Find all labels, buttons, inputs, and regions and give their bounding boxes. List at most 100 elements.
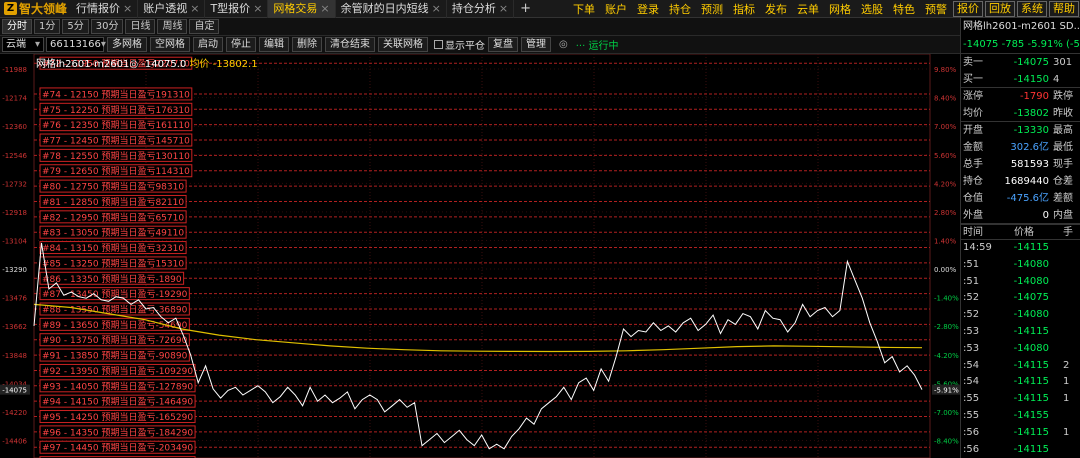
show-closed-checkbox[interactable]: [434, 40, 443, 49]
close-icon[interactable]: ×: [320, 2, 329, 15]
toolbar-button-1[interactable]: 空网格: [150, 37, 190, 52]
menu-item-6[interactable]: 发布: [760, 1, 792, 17]
ticks-header-time: 时间: [963, 227, 983, 238]
tick-time: :52: [963, 309, 980, 321]
period-button-5[interactable]: 周线: [157, 19, 188, 34]
menu-item-7[interactable]: 云单: [792, 1, 824, 17]
quote-row: 均价 -13802 昨收: [961, 105, 1080, 122]
period-button-3[interactable]: 30分: [90, 19, 124, 34]
menu-item-0[interactable]: 下单: [568, 1, 600, 17]
toolbar-button-7[interactable]: 关联网格: [378, 37, 428, 52]
tick-price: -14080: [1013, 342, 1049, 354]
menu-boxed-1[interactable]: 回放: [985, 1, 1015, 17]
grid-level-label[interactable]: #91 - 13850 预期当日盈亏-90890: [42, 350, 188, 362]
quote-title: 网格lh2601-m2601 SD...: [963, 21, 1080, 32]
tab-2[interactable]: T型报价 ×: [205, 0, 269, 18]
grid-level-label[interactable]: #86 - 13350 预期当日盈亏-1890: [42, 273, 182, 285]
quote-row-extra: 最低: [1053, 142, 1073, 153]
grid-level-label[interactable]: #96 - 14350 预期当日盈亏-184290: [42, 426, 193, 438]
grid-level-label[interactable]: #93 - 14050 预期当日盈亏-127890: [42, 380, 193, 392]
menu-boxed-0[interactable]: 报价: [953, 1, 983, 17]
grid-level-label[interactable]: #97 - 14450 预期当日盈亏-203490: [42, 442, 193, 454]
grid-level-label[interactable]: #82 - 12950 预期当日盈亏65710: [42, 211, 184, 223]
period-button-2[interactable]: 5分: [62, 19, 89, 34]
y-tick-label: -13476: [2, 295, 27, 303]
menu-item-4[interactable]: 预测: [696, 1, 728, 17]
menu-item-11[interactable]: 预警: [920, 1, 952, 17]
tick-row: :56 -14115 1: [961, 425, 1080, 442]
menu-item-3[interactable]: 持仓: [664, 1, 696, 17]
toolbar-button-2[interactable]: 启动: [193, 37, 223, 52]
tick-price: -14115: [1013, 426, 1049, 438]
close-icon[interactable]: ×: [123, 2, 132, 15]
settings-icon[interactable]: ◎: [559, 39, 568, 50]
tab-0[interactable]: 行情报价 ×: [71, 0, 139, 18]
pct-tick-label: 9.80%: [934, 66, 957, 74]
tab-1[interactable]: 账户透视 ×: [138, 0, 206, 18]
grid-level-label[interactable]: #77 - 12450 预期当日盈亏145710: [42, 135, 190, 147]
grid-level-label[interactable]: #87 - 13450 预期当日盈亏-19290: [42, 288, 188, 300]
menu-item-9[interactable]: 选股: [856, 1, 888, 17]
quote-row-extra: 昨收: [1053, 108, 1073, 119]
tab-4[interactable]: 余管财的日内短线 ×: [336, 0, 447, 18]
tick-price: -14115: [1013, 443, 1049, 455]
grid-level-label[interactable]: #88 - 13550 预期当日盈亏-36890: [42, 303, 188, 315]
intraday-chart[interactable]: -11988 9.80% -12174 8.40% -12360 7.00% -12546 5…: [0, 54, 960, 458]
period-button-1[interactable]: 1分: [34, 19, 61, 34]
grid-level-label[interactable]: #78 - 12550 预期当日盈亏130110: [42, 150, 190, 162]
menu-item-5[interactable]: 指标: [728, 1, 760, 17]
toolbar-button-6[interactable]: 清仓结束: [325, 37, 375, 52]
tab-label: T型报价: [210, 1, 251, 15]
new-tab-button[interactable]: +: [520, 1, 531, 16]
tick-volume: [1049, 307, 1063, 324]
tab-3[interactable]: 网格交易 ×: [268, 0, 336, 18]
toolbar-button-3[interactable]: 停止: [226, 37, 256, 52]
menu-item-2[interactable]: 登录: [632, 1, 664, 17]
menu-boxed-3[interactable]: 帮助: [1049, 1, 1079, 17]
period-button-6[interactable]: 自定: [189, 19, 220, 34]
tick-volume: [1049, 274, 1063, 291]
toolbar-button-0[interactable]: 多网格: [107, 37, 147, 52]
tick-price: -14115: [1013, 242, 1049, 253]
period-button-0[interactable]: 分时: [2, 19, 32, 34]
tick-price: -14080: [1013, 309, 1049, 321]
chart-svg: -11988 9.80% -12174 8.40% -12360 7.00% -12546 5…: [0, 54, 960, 458]
tick-volume: [1049, 290, 1063, 307]
close-icon[interactable]: ×: [499, 2, 508, 15]
close-icon[interactable]: ×: [432, 2, 441, 15]
grid-level-label[interactable]: #92 - 13950 预期当日盈亏-109290: [42, 365, 193, 377]
grid-level-label[interactable]: #90 - 13750 预期当日盈亏-72690: [42, 334, 188, 346]
grid-level-label[interactable]: #79 - 12650 预期当日盈亏114310: [42, 165, 190, 177]
quote-fields: 卖一 -14075 301 买一 -14150 4 涨停 -1790 跌停 均价 -13802 昨收开…: [961, 54, 1080, 224]
toolbar-button2-0[interactable]: 复盘: [488, 37, 518, 52]
ticks-list[interactable]: 14:59 -14115:51 -14080:51 -14080:52 -14075:5…: [961, 240, 1080, 458]
grid-level-label[interactable]: #94 - 14150 预期当日盈亏-146490: [42, 396, 193, 408]
close-icon[interactable]: ×: [253, 2, 262, 15]
tab-5[interactable]: 持仓分析 ×: [447, 0, 515, 18]
account-select[interactable]: 66113166 ▾: [46, 37, 106, 52]
close-icon[interactable]: ×: [190, 2, 199, 15]
tick-row: 14:59 -14115: [961, 240, 1080, 257]
grid-level-label[interactable]: #75 - 12250 预期当日盈亏176310: [42, 104, 190, 116]
grid-level-label[interactable]: #74 - 12150 预期当日盈亏191310: [42, 88, 190, 100]
tick-row: :53 -14115: [961, 324, 1080, 341]
toolbar-button2-1[interactable]: 管理: [521, 37, 551, 52]
tick-row: :55 -14155: [961, 408, 1080, 425]
tick-price: -14115: [1013, 325, 1049, 337]
menu-item-10[interactable]: 特色: [888, 1, 920, 17]
grid-level-label[interactable]: #81 - 12850 预期当日盈亏82110: [42, 196, 184, 208]
grid-toolbar: 云端 ▾ 66113166 ▾ 多网格 空网格 启动 停止 编辑 删除 清仓结束 关联网格 显…: [0, 36, 960, 54]
toolbar-button-5[interactable]: 删除: [292, 37, 322, 52]
source-select[interactable]: 云端 ▾: [2, 37, 44, 52]
menu-item-8[interactable]: 网格: [824, 1, 856, 17]
grid-level-label[interactable]: #95 - 14250 预期当日盈亏-165290: [42, 411, 193, 423]
grid-level-label[interactable]: #80 - 12750 预期当日盈亏98310: [42, 181, 184, 193]
period-button-4[interactable]: 日线: [125, 19, 156, 34]
grid-level-label[interactable]: #85 - 13250 预期当日盈亏15310: [42, 257, 184, 269]
menu-boxed-2[interactable]: 系统: [1017, 1, 1047, 17]
grid-level-label[interactable]: #76 - 12350 预期当日盈亏161110: [42, 119, 190, 131]
grid-level-label[interactable]: #83 - 13050 预期当日盈亏49110: [42, 227, 184, 239]
toolbar-button-4[interactable]: 编辑: [259, 37, 289, 52]
grid-level-label[interactable]: #84 - 13150 预期当日盈亏32310: [42, 242, 184, 254]
menu-item-1[interactable]: 账户: [600, 1, 632, 17]
